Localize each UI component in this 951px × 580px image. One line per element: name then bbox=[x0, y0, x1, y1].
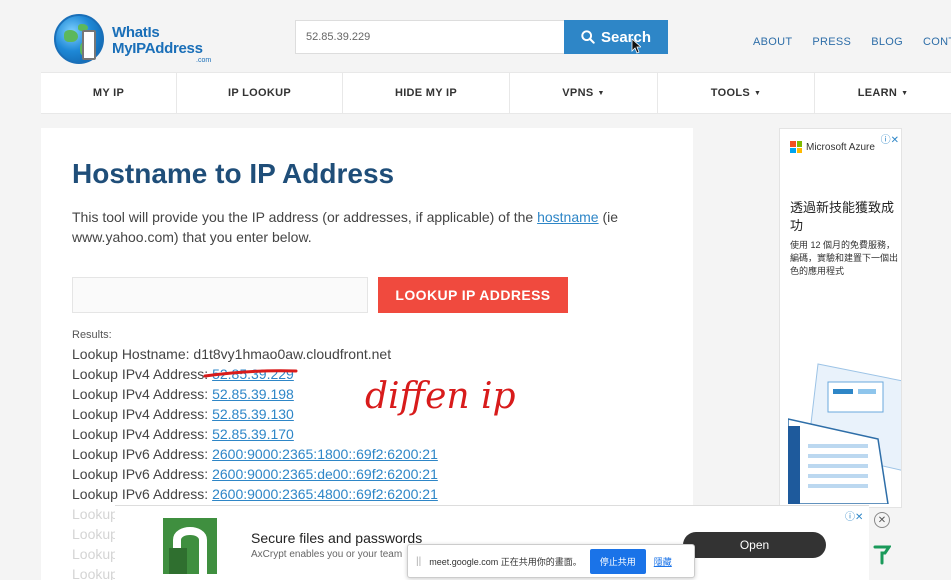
search-button-label: Search bbox=[600, 28, 652, 46]
ad-feedback-icon[interactable] bbox=[873, 545, 891, 565]
ad-brand: Microsoft Azure bbox=[790, 141, 875, 153]
search-input[interactable] bbox=[295, 20, 565, 54]
nav-item-learn[interactable]: LEARN ▼ bbox=[815, 73, 951, 113]
ad-side-controls: ✕ bbox=[870, 508, 894, 578]
hostname-link[interactable]: hostname bbox=[537, 209, 598, 225]
about-link[interactable]: ABOUT bbox=[753, 36, 792, 48]
result-label: Lookup IPv4 Address: bbox=[72, 386, 213, 402]
blog-link[interactable]: BLOG bbox=[871, 36, 903, 48]
nav-item-label: TOOLS bbox=[710, 87, 750, 99]
result-row: Lookup IPv4 Address: 52.85.39.170 bbox=[72, 424, 438, 444]
nav-item-label: IP LOOKUP bbox=[227, 87, 291, 99]
result-ip-link[interactable]: 52.85.39.130 bbox=[212, 406, 294, 422]
drag-handle-icon[interactable]: || bbox=[416, 556, 421, 567]
result-row: Lookup IPv6 Address: 2600:9000:2365:4800… bbox=[72, 484, 438, 504]
nav-item-label: LEARN bbox=[857, 87, 898, 99]
main-nav: MY IP IP LOOKUP HIDE MY IP VPNS ▼ TOOLS ▼ … bbox=[41, 72, 951, 114]
ad-subtitle: AxCrypt enables you or your team bbox=[251, 549, 403, 560]
share-status-text: meet.google.com 正在共用你的畫面。 bbox=[429, 556, 582, 567]
nav-item-vpns[interactable]: VPNS ▼ bbox=[510, 73, 658, 113]
intro-text-start: This tool will provide you the IP addres… bbox=[72, 209, 538, 225]
result-hostname-value: d1t8vy1hmao0aw.cloudfront.net bbox=[193, 346, 392, 362]
result-ip-link[interactable]: 52.85.39.198 bbox=[212, 386, 294, 402]
nav-item-hide-my-ip[interactable]: HIDE MY IP bbox=[343, 73, 510, 113]
sidebar-advertisement[interactable]: ⓘ✕ Microsoft Azure 透過新技能獲致成功 使用 12 個月的免費… bbox=[779, 128, 902, 508]
page-title: Hostname to IP Address bbox=[72, 158, 395, 189]
nav-item-tools[interactable]: TOOLS ▼ bbox=[658, 73, 815, 113]
ad-close-icon[interactable]: ⓘ✕ bbox=[881, 131, 899, 146]
result-ip-link[interactable]: 52.85.39.229 bbox=[212, 366, 294, 382]
results-label: Results: bbox=[72, 329, 112, 341]
logo-text-line2: MyIPAddress bbox=[112, 40, 203, 57]
ad-body-text: 使用 12 個月的免費服務，編碼，實驗和建置下一個出色的應用程式 bbox=[790, 240, 899, 276]
result-label: Lookup IPv6 Address: bbox=[72, 486, 213, 502]
logo-text-line1: WhatIs bbox=[112, 24, 160, 41]
hostname-input[interactable] bbox=[72, 277, 368, 313]
result-hostname-row: Lookup Hostname: d1t8vy1hmao0aw.cloudfro… bbox=[72, 344, 438, 364]
press-link[interactable]: PRESS bbox=[812, 36, 851, 48]
result-label: Lookup IPv4 Address: bbox=[72, 426, 213, 442]
result-row: Lookup IPv6 Address: 2600:9000:2365:1800… bbox=[72, 444, 438, 464]
search-icon bbox=[581, 30, 595, 44]
top-links: ABOUT PRESS BLOG CONTAC bbox=[753, 36, 951, 48]
nav-item-my-ip[interactable]: MY IP bbox=[41, 73, 177, 113]
stop-sharing-button[interactable]: 停止共用 bbox=[589, 548, 646, 574]
axcrypt-logo-icon bbox=[163, 518, 217, 574]
caret-down-icon: ▼ bbox=[597, 89, 605, 97]
ad-headline: 透過新技能獲致成功 bbox=[790, 200, 895, 233]
ad-open-button[interactable]: Open bbox=[683, 532, 826, 558]
ad-dashboard-illustration bbox=[788, 363, 901, 504]
result-row: Lookup IPv4 Address: 52.85.39.229 bbox=[72, 364, 438, 384]
site-logo[interactable]: WhatIs MyIPAddress .com bbox=[52, 12, 222, 68]
result-ip-link[interactable]: 2600:9000:2365:de00::69f2:6200:21 bbox=[212, 466, 438, 482]
microsoft-logo-icon bbox=[790, 141, 802, 153]
result-ip-link[interactable]: 2600:9000:2365:1800::69f2:6200:21 bbox=[212, 446, 438, 462]
intro-text: This tool will provide you the IP addres… bbox=[72, 207, 662, 247]
logo-text-line3: .com bbox=[196, 57, 212, 64]
lookup-ip-address-button[interactable]: LOOKUP IP ADDRESS bbox=[378, 277, 568, 313]
ad-close-icon[interactable]: ⓘ✕ bbox=[845, 508, 863, 523]
result-row: Lookup IPv6 Address: 2600:9000:2365:de00… bbox=[72, 464, 438, 484]
nav-item-ip-lookup[interactable]: IP LOOKUP bbox=[177, 73, 343, 113]
result-row: Lookup IPv4 Address: 52.85.39.198 bbox=[72, 384, 438, 404]
result-label: Lookup IPv4 Address: bbox=[72, 366, 213, 382]
caret-down-icon: ▼ bbox=[901, 89, 909, 97]
caret-down-icon: ▼ bbox=[753, 89, 762, 97]
nav-item-label: HIDE MY IP bbox=[394, 87, 458, 99]
nav-item-label: VPNS bbox=[562, 87, 594, 99]
nav-item-label: MY IP bbox=[92, 87, 125, 99]
contact-link[interactable]: CONTAC bbox=[923, 36, 951, 48]
close-circle-icon[interactable]: ✕ bbox=[874, 512, 890, 528]
result-label: Lookup IPv6 Address: bbox=[72, 446, 213, 462]
result-ip-link[interactable]: 52.85.39.170 bbox=[212, 426, 294, 442]
globe-icon bbox=[54, 14, 104, 64]
search-button[interactable]: Search bbox=[564, 20, 668, 54]
result-label: Lookup Hostname: bbox=[72, 346, 194, 362]
hide-share-bar-link[interactable]: 隱藏 bbox=[654, 555, 672, 568]
result-label: Lookup IPv6 Address: bbox=[72, 466, 213, 482]
result-ip-link[interactable]: 2600:9000:2365:4800::69f2:6200:21 bbox=[212, 486, 438, 502]
site-header: WhatIs MyIPAddress .com Search ABOUT PRE… bbox=[0, 0, 951, 72]
logo-i-mark bbox=[82, 30, 96, 60]
result-row: Lookup IPv4 Address: 52.85.39.130 bbox=[72, 404, 438, 424]
result-label: Lookup IPv4 Address: bbox=[72, 406, 213, 422]
ad-brand-name: Microsoft Azure bbox=[806, 141, 875, 153]
ad-title: Secure files and passwords bbox=[251, 530, 423, 546]
mouse-cursor-icon bbox=[631, 38, 641, 54]
screen-share-bar: || meet.google.com 正在共用你的畫面。 停止共用 隱藏 bbox=[407, 544, 695, 578]
